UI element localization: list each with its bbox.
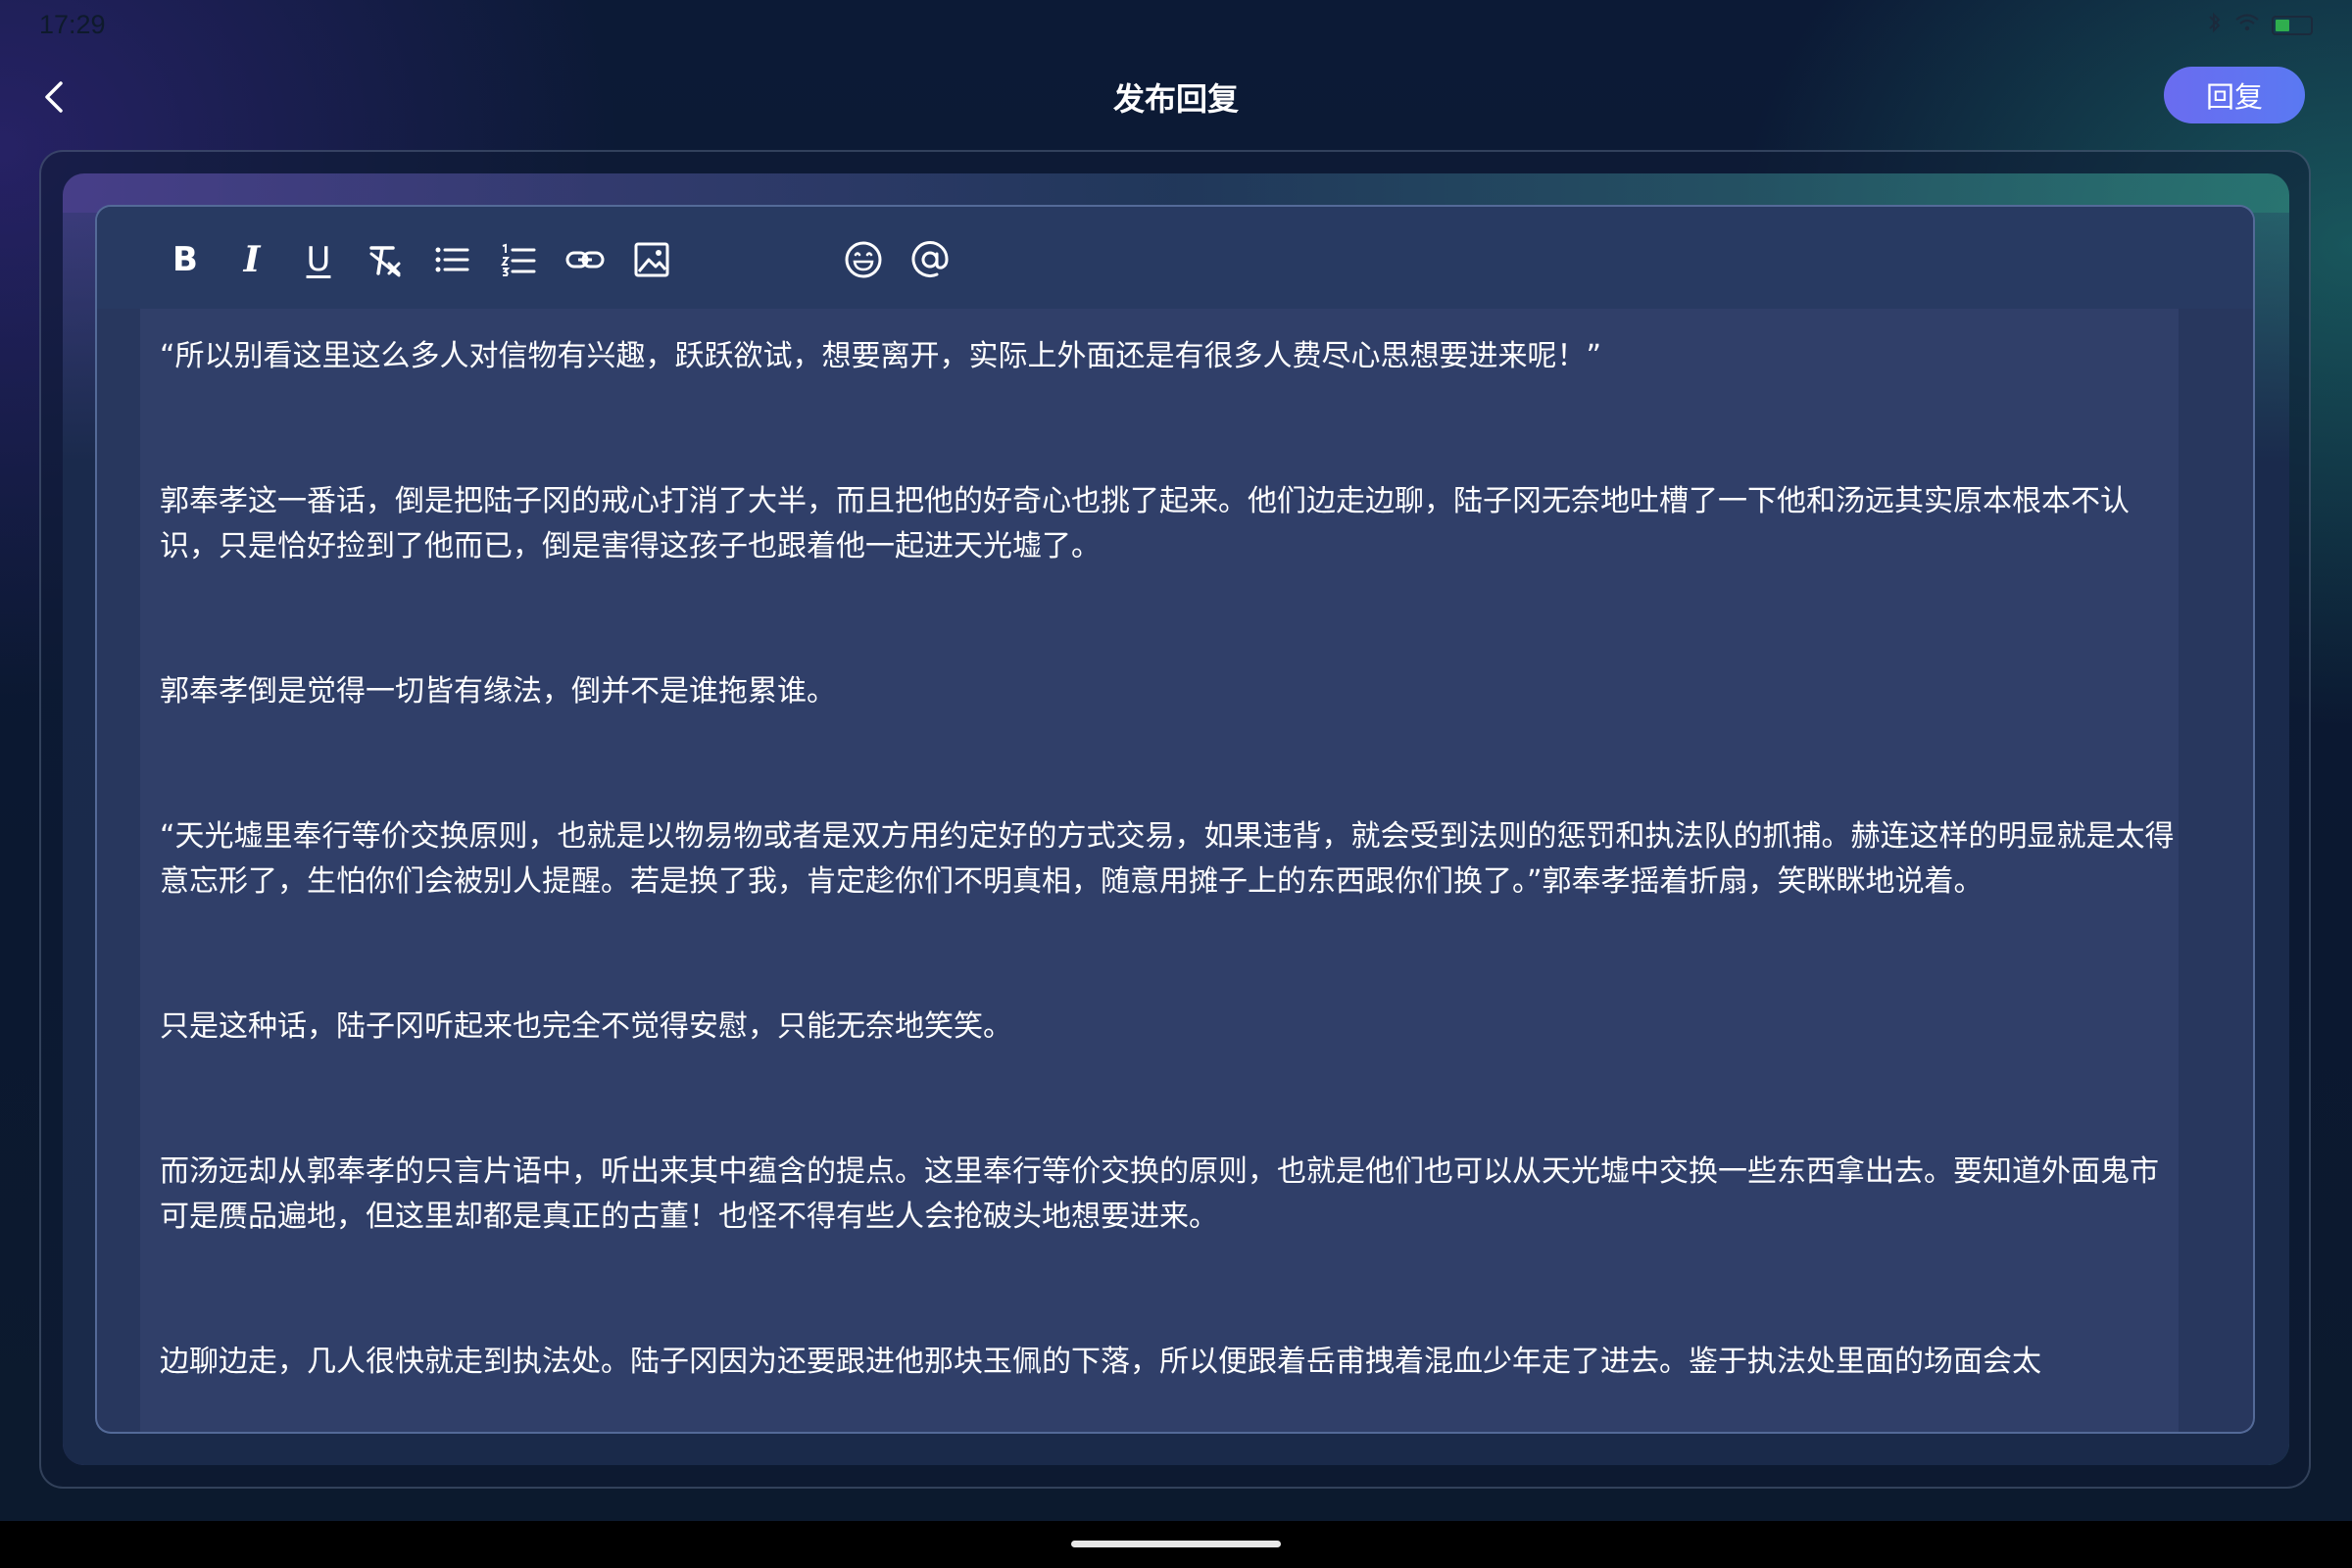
paragraph: 郭奉孝倒是觉得一切皆有缘法，倒并不是谁拖累谁。 [160, 674, 836, 709]
reply-button[interactable]: 回复 [2164, 67, 2305, 123]
bullet-list-icon [435, 247, 469, 272]
paragraph: 边聊边走，几人很快就走到执法处。陆子冈因为还要跟进他那块玉佩的下落，所以便跟着岳… [160, 1345, 2041, 1379]
editor-text[interactable]: “所以别看这里这么多人对信物有兴趣，跃跃欲试，想要离开，实际上外面还是有很多人费… [160, 309, 2179, 1385]
back-button[interactable] [29, 73, 78, 122]
page-title: 发布回复 [1112, 80, 1239, 118]
mention-icon [911, 241, 949, 277]
image-icon [634, 242, 669, 277]
image-button[interactable] [630, 238, 673, 281]
rich-text-editor: B I U “所以别看这里这么多人对信物有兴趣，跃跃欲试，想要离开，实际上外面还… [95, 205, 2255, 1434]
emoji-icon [845, 241, 882, 278]
italic-button[interactable]: I [230, 238, 273, 281]
editor-content[interactable]: “所以别看这里这么多人对信物有兴趣，跃跃欲试，想要离开，实际上外面还是有很多人费… [140, 309, 2179, 1432]
link-icon [565, 251, 605, 269]
status-time: 17:29 [39, 10, 106, 39]
mention-button[interactable] [908, 238, 952, 281]
paragraph: “天光墟里奉行等价交换原则，也就是以物易物或者是双方用约定好的方式交易，如果违背… [160, 819, 2175, 899]
link-button[interactable] [564, 238, 607, 281]
underline-button[interactable]: U [297, 238, 340, 281]
bluetooth-icon [2207, 12, 2223, 39]
wifi-icon [2234, 13, 2260, 38]
bold-icon: B [172, 240, 198, 279]
paragraph: 而汤远却从郭奉孝的只言片语中，听出来其中蕴含的提点。这里奉行等价交换的原则，也就… [160, 1154, 2159, 1234]
paragraph: 只是这种话，陆子冈听起来也完全不觉得安慰，只能无奈地笑笑。 [160, 1009, 1012, 1044]
battery-icon [2272, 16, 2313, 35]
home-indicator[interactable] [1071, 1541, 1281, 1547]
header: 发布回复 回复 [0, 59, 2352, 137]
status-icons [2207, 12, 2313, 39]
bold-button[interactable]: B [164, 238, 207, 281]
emoji-button[interactable] [842, 238, 885, 281]
numbered-list-button[interactable] [497, 238, 540, 281]
editor-toolbar: B I U [97, 207, 2253, 309]
clear-format-icon [369, 246, 401, 277]
underline-icon: U [306, 240, 331, 279]
navigation-bar [0, 1521, 2352, 1568]
bullet-list-button[interactable] [430, 238, 473, 281]
clear-format-button[interactable] [364, 238, 407, 281]
paragraph: “所以别看这里这么多人对信物有兴趣，跃跃欲试，想要离开，实际上外面还是有很多人费… [160, 339, 1602, 373]
italic-icon: I [243, 239, 261, 280]
numbered-list-icon [501, 243, 536, 276]
chevron-left-icon [45, 81, 63, 113]
paragraph: 郭奉孝这一番话，倒是把陆子冈的戒心打消了大半，而且把他的好奇心也挑了起来。他们边… [160, 484, 2130, 564]
